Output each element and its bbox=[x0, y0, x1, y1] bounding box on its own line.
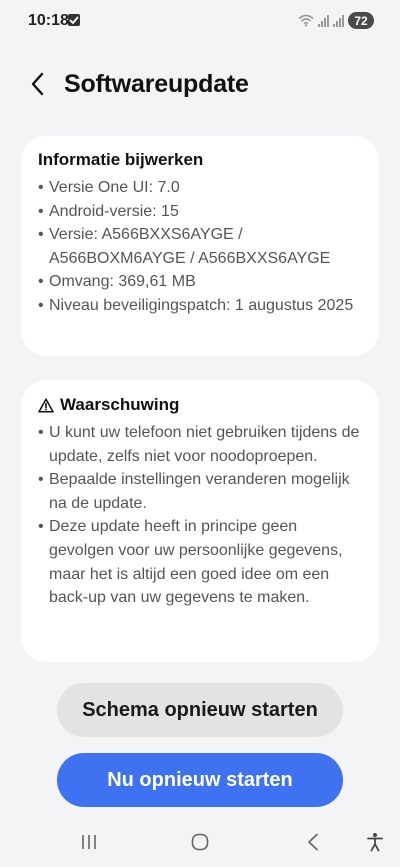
signal-icon-2 bbox=[333, 14, 344, 27]
warning-card-header: Waarschuwing bbox=[38, 395, 361, 415]
back-icon bbox=[308, 833, 318, 851]
warning-list: U kunt uw telefoon niet gebruiken tijden… bbox=[38, 421, 361, 610]
nav-back-button[interactable] bbox=[298, 829, 328, 855]
page-title: Softwareupdate bbox=[64, 70, 249, 98]
nav-home-button[interactable] bbox=[185, 829, 215, 855]
schedule-restart-button[interactable]: Schema opnieuw starten bbox=[57, 683, 343, 737]
info-item-oneui: Versie One UI: 7.0 bbox=[38, 176, 361, 200]
home-icon bbox=[191, 833, 209, 851]
info-list: Versie One UI: 7.0 Android-versie: 15 Ve… bbox=[38, 176, 361, 318]
warning-card: Waarschuwing U kunt uw telefoon niet geb… bbox=[21, 380, 379, 662]
status-icons: 72 bbox=[298, 12, 374, 29]
wifi-icon bbox=[298, 14, 314, 27]
info-item-size: Omvang: 369,61 MB bbox=[38, 270, 361, 294]
warning-item-settings: Bepaalde instellingen veranderen mogelij… bbox=[38, 468, 361, 515]
warning-card-title: Waarschuwing bbox=[60, 395, 180, 414]
status-bar: 10:18 72 bbox=[0, 0, 400, 42]
restart-now-button[interactable]: Nu opnieuw starten bbox=[57, 753, 343, 807]
nav-recents-button[interactable] bbox=[74, 829, 104, 855]
info-item-android: Android-versie: 15 bbox=[38, 200, 361, 224]
signal-icon bbox=[318, 14, 329, 27]
recents-icon bbox=[82, 835, 96, 849]
warning-item-phone-use: U kunt uw telefoon niet gebruiken tijden… bbox=[38, 421, 361, 468]
nav-accessibility-button[interactable] bbox=[360, 829, 390, 855]
info-item-security-patch: Niveau beveiligingspatch: 1 augustus 202… bbox=[38, 294, 361, 318]
navigation-bar bbox=[0, 817, 400, 867]
chevron-left-icon bbox=[31, 72, 44, 96]
warning-triangle-icon bbox=[38, 397, 54, 413]
accessibility-icon bbox=[367, 833, 383, 852]
battery-indicator: 72 bbox=[348, 12, 374, 29]
warning-item-backup: Deze update heeft in principe geen gevol… bbox=[38, 515, 361, 609]
info-card-title: Informatie bijwerken bbox=[38, 150, 204, 169]
notification-check-icon bbox=[68, 14, 80, 26]
screen: 10:18 72 Softwareupdate Informatie bijwe… bbox=[0, 0, 400, 867]
back-button[interactable] bbox=[22, 68, 54, 100]
status-time: 10:18 bbox=[28, 12, 69, 29]
update-info-card: Informatie bijwerken Versie One UI: 7.0 … bbox=[21, 136, 379, 356]
info-item-version: Versie: A566BXXS6AYGE / A566BOXM6AYGE / … bbox=[38, 223, 361, 270]
app-header: Softwareupdate bbox=[0, 60, 400, 110]
